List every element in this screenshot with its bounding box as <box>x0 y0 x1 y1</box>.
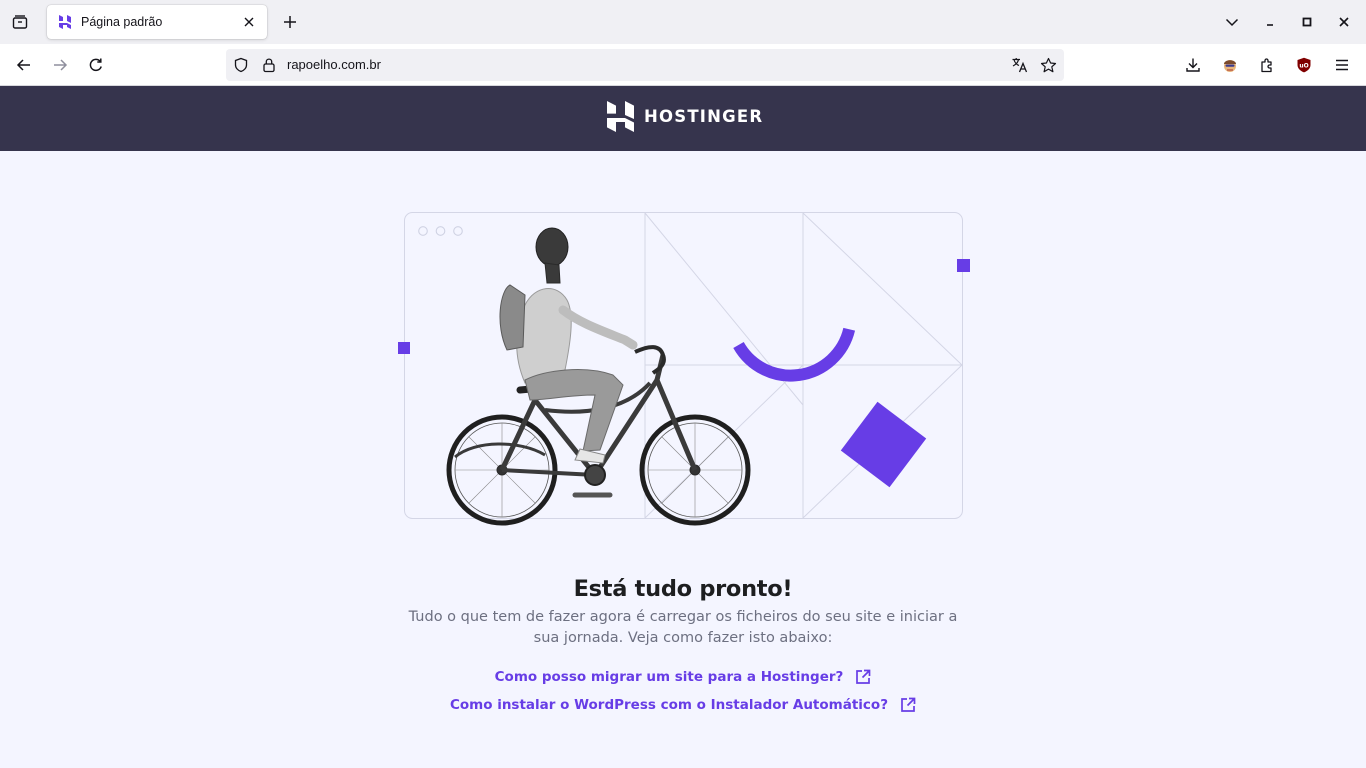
extension-avatar-icon <box>1224 60 1236 72</box>
browser-nav-bar: rapoelho.com.br uO <box>0 44 1366 86</box>
tab-list-icon <box>12 15 28 29</box>
tracking-protection-button[interactable] <box>232 56 250 74</box>
list-all-tabs-button[interactable] <box>1218 8 1246 36</box>
browser-tab-bar: Página padrão <box>0 0 1366 44</box>
site-info-button[interactable] <box>260 56 278 74</box>
minimize-icon <box>1267 24 1273 26</box>
help-link-migrate[interactable]: Como posso migrar um site para a Hosting… <box>0 669 1366 685</box>
tab-list-button[interactable] <box>6 8 34 36</box>
shield-icon <box>234 57 248 73</box>
svg-text:uO: uO <box>1299 63 1308 70</box>
hostinger-logo: HOSTINGER <box>607 101 763 132</box>
back-button[interactable] <box>10 51 38 79</box>
arrow-left-icon <box>16 59 30 71</box>
ublock-button[interactable]: uO <box>1290 51 1318 79</box>
star-icon <box>1040 57 1056 72</box>
hostinger-logo-icon <box>607 101 634 132</box>
help-link-label: Como posso migrar um site para a Hosting… <box>494 669 844 685</box>
page-headline: Está tudo pronto! <box>573 576 793 602</box>
help-link-label: Como instalar o WordPress com o Instalad… <box>449 697 889 713</box>
tab-close-button[interactable] <box>239 12 259 32</box>
external-link-icon <box>900 697 916 713</box>
new-tab-button[interactable] <box>276 8 304 36</box>
extension-avatar-button[interactable] <box>1216 51 1244 79</box>
close-window-button[interactable] <box>1330 8 1358 36</box>
reload-icon <box>89 58 102 72</box>
download-icon <box>1186 58 1200 72</box>
maximize-icon <box>1302 17 1312 27</box>
accent-square-small-icon <box>957 259 970 272</box>
forward-button[interactable] <box>46 51 74 79</box>
downloads-button[interactable] <box>1179 51 1207 79</box>
minimize-button[interactable] <box>1256 8 1284 36</box>
hero-illustration <box>398 212 970 526</box>
accent-square-small-icon <box>398 342 410 354</box>
app-menu-button[interactable] <box>1328 51 1356 79</box>
ublock-icon: uO <box>1297 57 1311 73</box>
logo-text: HOSTINGER <box>644 107 764 126</box>
page-subtext: Tudo o que tem de fazer agora é carregar… <box>408 609 958 646</box>
plus-icon <box>284 16 296 28</box>
tab-title: Página padrão <box>81 15 163 29</box>
hamburger-icon <box>1336 59 1348 71</box>
puzzle-icon <box>1261 58 1272 73</box>
arrow-right-icon <box>54 59 68 71</box>
close-icon <box>1339 17 1349 27</box>
lock-icon <box>263 58 275 73</box>
url-bar[interactable]: rapoelho.com.br <box>226 49 1064 81</box>
url-text: rapoelho.com.br <box>287 57 381 72</box>
extensions-button[interactable] <box>1253 51 1281 79</box>
hostinger-favicon-icon <box>59 15 71 29</box>
reload-button[interactable] <box>82 51 110 79</box>
chevron-down-icon <box>1225 18 1239 27</box>
tab-active[interactable]: Página padrão <box>47 5 267 39</box>
bookmark-button[interactable] <box>1039 56 1057 74</box>
external-link-icon <box>855 669 871 685</box>
translate-button[interactable] <box>1011 56 1029 74</box>
maximize-button[interactable] <box>1293 8 1321 36</box>
help-link-wordpress[interactable]: Como instalar o WordPress com o Instalad… <box>0 697 1366 713</box>
translate-icon <box>1012 58 1028 73</box>
close-icon <box>244 17 254 27</box>
